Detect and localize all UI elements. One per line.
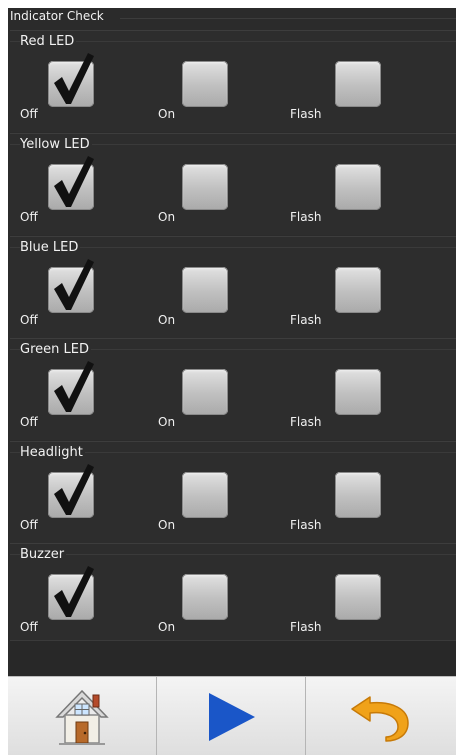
undo-icon bbox=[348, 691, 412, 743]
indicator-group: Yellow LEDOffOnFlash bbox=[10, 133, 456, 235]
indicator-group: HeadlightOffOnFlash bbox=[10, 441, 456, 543]
option-checkbox[interactable] bbox=[335, 369, 381, 415]
option-checkbox[interactable] bbox=[335, 574, 381, 620]
panel-title: Indicator Check bbox=[10, 9, 104, 23]
option-label: Flash bbox=[290, 620, 321, 634]
title-divider bbox=[120, 18, 456, 19]
toolbar bbox=[8, 676, 456, 755]
group-divider bbox=[10, 41, 456, 42]
indicator-group: Red LEDOffOnFlash bbox=[10, 30, 456, 132]
group-title: Buzzer bbox=[20, 547, 66, 562]
indicator-group: Blue LEDOffOnFlash bbox=[10, 236, 456, 338]
bottom-strip bbox=[10, 640, 456, 676]
group-header: Headlight bbox=[10, 442, 456, 462]
option-label: Flash bbox=[290, 107, 321, 121]
option-checkbox[interactable] bbox=[335, 267, 381, 313]
group-title: Red LED bbox=[20, 34, 76, 49]
group-header: Blue LED bbox=[10, 237, 456, 257]
indicator-check-panel: Indicator Check Red LEDOffOnFlashYellow … bbox=[8, 8, 456, 755]
indicator-group: BuzzerOffOnFlash bbox=[10, 543, 456, 645]
play-icon bbox=[205, 691, 257, 743]
group-divider bbox=[10, 554, 456, 555]
option-flash: Flash bbox=[10, 470, 456, 534]
option-label: Flash bbox=[290, 313, 321, 327]
option-flash: Flash bbox=[10, 572, 456, 636]
option-flash: Flash bbox=[10, 59, 456, 123]
group-title: Green LED bbox=[20, 342, 91, 357]
play-button[interactable] bbox=[157, 677, 305, 755]
group-title: Yellow LED bbox=[20, 137, 92, 152]
option-flash: Flash bbox=[10, 162, 456, 226]
home-icon bbox=[55, 687, 109, 747]
undo-button[interactable] bbox=[306, 677, 454, 755]
home-button[interactable] bbox=[8, 677, 156, 755]
option-flash: Flash bbox=[10, 367, 456, 431]
group-header: Yellow LED bbox=[10, 134, 456, 154]
group-title: Blue LED bbox=[20, 240, 80, 255]
option-label: Flash bbox=[290, 210, 321, 224]
group-header: Red LED bbox=[10, 31, 456, 51]
option-label: Flash bbox=[290, 518, 321, 532]
indicator-group: Green LEDOffOnFlash bbox=[10, 338, 456, 440]
option-flash: Flash bbox=[10, 265, 456, 329]
group-header: Green LED bbox=[10, 339, 456, 359]
option-checkbox[interactable] bbox=[335, 61, 381, 107]
group-title: Headlight bbox=[20, 445, 85, 460]
group-header: Buzzer bbox=[10, 544, 456, 564]
option-checkbox[interactable] bbox=[335, 472, 381, 518]
option-label: Flash bbox=[290, 415, 321, 429]
option-checkbox[interactable] bbox=[335, 164, 381, 210]
